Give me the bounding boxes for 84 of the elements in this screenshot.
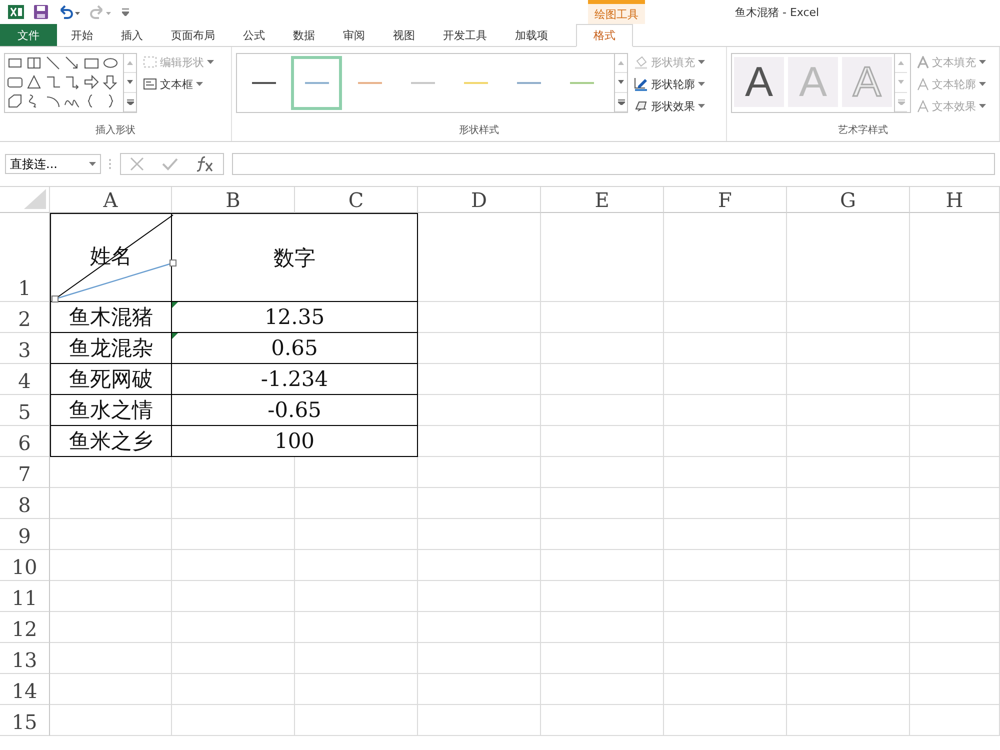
table-cell: 鱼水之情	[50, 395, 172, 426]
row-header[interactable]: 11	[0, 581, 50, 612]
scroll-down-icon[interactable]	[127, 80, 133, 84]
row-header[interactable]: 12	[0, 612, 50, 643]
cell-value: 12.35	[264, 305, 325, 329]
table-header-text: 数字	[274, 244, 316, 272]
table-cell: 鱼龙混杂	[50, 333, 172, 364]
column-header[interactable]: B	[172, 187, 295, 213]
save-icon[interactable]	[34, 5, 48, 19]
shape-gallery[interactable]	[4, 53, 137, 113]
dropdown-arrow-icon	[979, 104, 986, 108]
shape-icon[interactable]	[64, 74, 81, 91]
row-header[interactable]: 7	[0, 457, 50, 488]
row-header[interactable]: 13	[0, 643, 50, 674]
ribbon-tab[interactable]: 文件	[0, 24, 57, 46]
scroll-down-icon[interactable]	[618, 80, 624, 84]
ribbon-command[interactable]: 形状轮廓	[634, 75, 705, 93]
spreadsheet-logo-icon[interactable]	[8, 5, 24, 19]
cell-value: -1.234	[260, 367, 328, 391]
name-box[interactable]: 直接连...	[5, 154, 101, 174]
letter-a-icon	[917, 56, 929, 68]
dropdown-arrow-icon	[979, 82, 986, 86]
column-header[interactable]: A	[50, 187, 172, 213]
column-header[interactable]: E	[541, 187, 664, 213]
dropdown-arrow-icon	[196, 82, 203, 86]
formula-input-field[interactable]	[232, 153, 995, 175]
shape-icon[interactable]	[102, 74, 119, 91]
table-cell: 鱼木混猪	[50, 302, 172, 333]
letter-a-icon	[917, 100, 929, 112]
letter-a-icon	[917, 78, 929, 90]
column-header[interactable]: H	[910, 187, 1000, 213]
ribbon-command[interactable]: 形状效果	[634, 97, 705, 115]
text-box-icon	[143, 78, 157, 90]
row-header[interactable]: 5	[0, 395, 50, 426]
row-header[interactable]: 1	[0, 213, 50, 302]
dropdown-arrow-icon	[207, 60, 214, 64]
cell-value: 0.65	[271, 336, 318, 360]
row-header[interactable]: 8	[0, 488, 50, 519]
ribbon-tab[interactable]: 格式	[576, 24, 633, 47]
dropdown-arrow-icon	[698, 82, 705, 86]
dropdown-arrow-icon	[698, 104, 705, 108]
row-header[interactable]: 3	[0, 333, 50, 364]
row-header[interactable]: 10	[0, 550, 50, 581]
shape-icon[interactable]	[26, 74, 43, 91]
pencil-icon	[634, 77, 648, 91]
insert-function-icon[interactable]	[196, 156, 214, 172]
row-header[interactable]: 14	[0, 674, 50, 705]
dropdown-arrow-icon	[979, 60, 986, 64]
expand-gallery-icon[interactable]	[618, 98, 624, 105]
expand-gallery-icon[interactable]	[126, 98, 134, 105]
column-header[interactable]: G	[787, 187, 910, 213]
row-header[interactable]: 9	[0, 519, 50, 550]
dropdown-arrow-icon	[698, 60, 705, 64]
shape-icon[interactable]	[83, 74, 100, 91]
ribbon-command[interactable]: 文本框	[143, 75, 214, 93]
context-tab-group: 绘图工具	[588, 0, 645, 24]
wordart-gallery[interactable]: A A A	[731, 53, 911, 113]
row-header[interactable]: 15	[0, 705, 50, 736]
group-label: 艺术字样式	[837, 124, 889, 138]
drag-handle-icon[interactable]	[109, 158, 112, 170]
window-title: 鱼木混猪 - Excel	[735, 4, 820, 20]
shape-icon[interactable]	[45, 55, 62, 72]
paint-bucket-icon	[634, 55, 648, 69]
column-header[interactable]: D	[418, 187, 541, 213]
wordart-style-option[interactable]: A	[734, 57, 784, 107]
column-header[interactable]: C	[295, 187, 418, 213]
dropdown-arrow-icon	[89, 162, 96, 166]
row-header[interactable]: 4	[0, 364, 50, 395]
table-cell: 鱼死网破	[50, 364, 172, 395]
customize-arrow-icon[interactable]	[122, 8, 129, 16]
check-icon[interactable]	[162, 157, 178, 171]
undo-icon[interactable]	[58, 5, 80, 19]
cell-value: 100	[274, 429, 315, 453]
group-label: 形状样式	[458, 124, 500, 138]
cell-value: -0.65	[268, 398, 322, 422]
row-header[interactable]: 6	[0, 426, 50, 457]
row-header[interactable]: 2	[0, 302, 50, 333]
shape-icon[interactable]	[7, 93, 24, 110]
edit-points-icon	[143, 56, 157, 68]
table-cell: 鱼米之乡	[50, 426, 172, 457]
name-box-text: 直接连...	[10, 156, 58, 172]
group-label: 插入形状	[94, 124, 136, 138]
column-header[interactable]: F	[664, 187, 787, 213]
shape-effects-icon	[634, 99, 648, 113]
